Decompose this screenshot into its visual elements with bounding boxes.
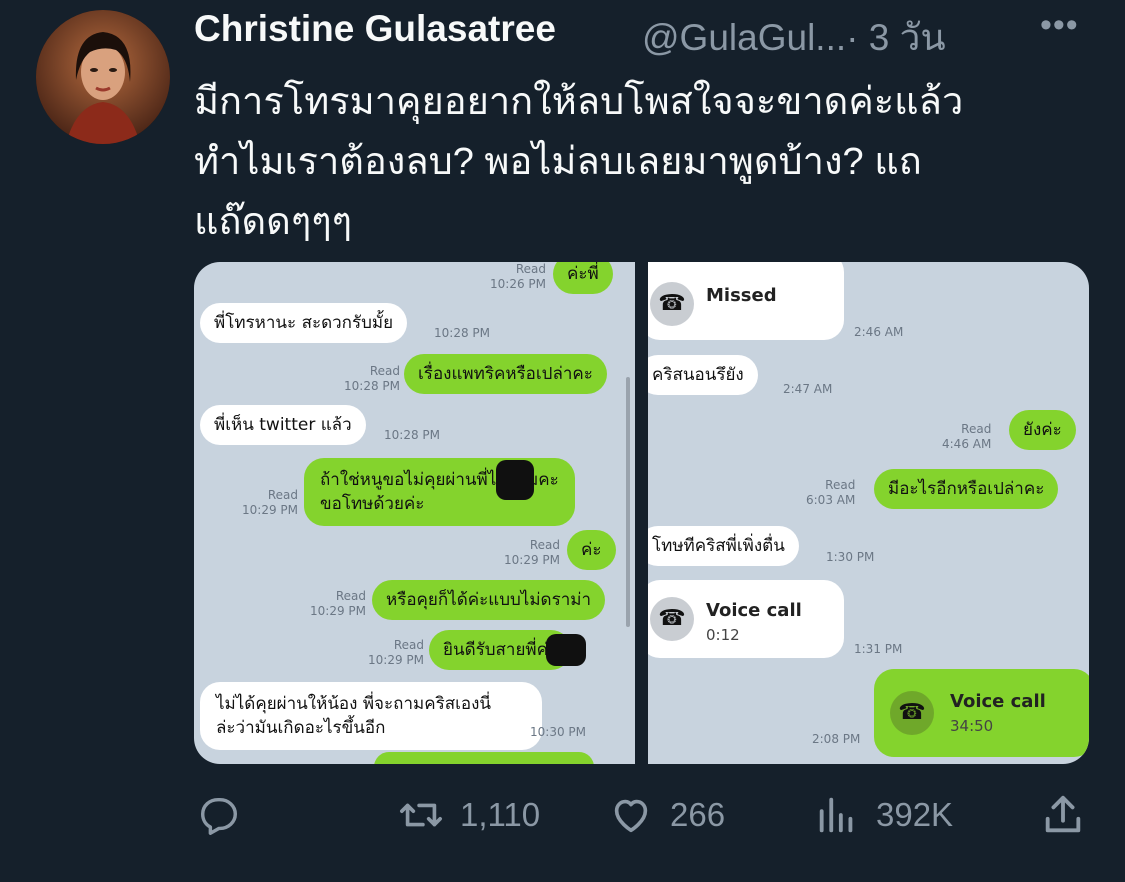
- message-meta: Read 10:29 PM: [504, 538, 560, 567]
- message-meta: Read 10:29 PM: [310, 589, 366, 618]
- message-time: 2:47 AM: [783, 382, 833, 396]
- message-time: 10:28 PM: [384, 428, 440, 442]
- heart-icon: [614, 799, 648, 833]
- author-avatar[interactable]: [36, 10, 170, 144]
- more-options-icon[interactable]: •••: [1040, 6, 1079, 45]
- chat-bubble-received: พี่เห็น twitter แล้ว: [200, 405, 366, 445]
- message-time: 1:30 PM: [826, 550, 875, 564]
- phone-icon: ☎: [650, 282, 694, 326]
- chat-scrollbar: [626, 377, 630, 627]
- message-time: 10:30 PM: [530, 725, 586, 739]
- chat-bubble-sent: ยังค่ะ: [1009, 410, 1076, 450]
- retweet-icon: [400, 803, 442, 827]
- voice-call-bubble: ☎ Voice call 0:12: [648, 580, 844, 658]
- share-upload-icon: [1045, 795, 1081, 833]
- chat-bubble-received: ไม่ได้คุยผ่านให้น้อง พี่จะถามคริสเองนี่ …: [200, 682, 542, 750]
- tweet-media[interactable]: Read 10:26 PM ค่ะพี่ พี่โทรหานะ สะดวกรับ…: [194, 262, 1089, 764]
- message-meta: Read 10:26 PM: [490, 262, 546, 291]
- views-button[interactable]: 392K: [814, 790, 953, 840]
- tweet-text: มีการโทรมาคุยอยากให้ลบโพสใจจะขาดค่ะแล้ว …: [194, 72, 1094, 252]
- tweet-text-line: แถ๊ดดๆๆๆ: [194, 201, 353, 243]
- message-meta: Read 10:29 PM: [242, 488, 298, 517]
- views-bar-chart-icon: [819, 797, 853, 833]
- message-meta: Read 10:28 PM: [344, 364, 400, 393]
- chat-bubble-received: พี่โทรหานะ สะดวกรับมั้ย: [200, 303, 408, 343]
- like-count: 266: [670, 796, 726, 833]
- reply-bubble-icon: [200, 797, 238, 835]
- author-name[interactable]: Christine Gulasatree: [194, 8, 556, 50]
- like-button[interactable]: 266: [608, 790, 725, 840]
- message-meta: Read 10:29 PM: [368, 638, 424, 667]
- chat-screenshot-left[interactable]: Read 10:26 PM ค่ะพี่ พี่โทรหานะ สะดวกรับ…: [194, 262, 635, 764]
- tweet-timestamp[interactable]: · 3 วัน: [846, 17, 946, 58]
- author-handle-and-time[interactable]: @GulaGul...· 3 วัน: [642, 8, 946, 67]
- phone-icon: ☎: [890, 691, 934, 735]
- chat-bubble-received: โทษทีคริสพี่เพิ่งตื่น: [648, 526, 799, 566]
- call-title: Voice call: [950, 691, 1046, 712]
- missed-call-bubble: ☎ Missed: [648, 262, 844, 340]
- message-meta: Read 6:03 AM: [806, 478, 856, 507]
- chat-screenshot-right[interactable]: ☎ Missed 2:46 AM คริสนอนรึยัง 2:47 AM Re…: [648, 262, 1089, 764]
- message-time: 1:31 PM: [854, 642, 903, 656]
- author-handle[interactable]: @GulaGul...: [642, 17, 846, 58]
- redaction-scribble: [496, 460, 534, 500]
- call-title: Voice call: [706, 600, 802, 621]
- retweet-count: 1,110: [460, 796, 541, 833]
- call-duration: 0:12: [706, 626, 740, 644]
- tweet-action-bar: 1,110 266 392K: [0, 790, 1125, 850]
- chat-bubble-sent: เรื่องแพทริคหรือเปล่าคะ: [404, 354, 607, 394]
- views-count: 392K: [876, 796, 954, 833]
- redaction-scribble: [546, 634, 586, 666]
- chat-bubble-sent: มีอะไรอีกหรือเปล่าคะ: [874, 469, 1059, 509]
- chat-bubble-sent: ถ้าใช่หนูขอไม่คุยผ่านพี่ได้ไหมคะ ขอโทษด้…: [304, 458, 575, 526]
- tweet-text-line: มีการโทรมาคุยอยากให้ลบโพสใจจะขาดค่ะแล้ว: [194, 81, 964, 123]
- chat-bubble-sent-partial: [374, 752, 594, 764]
- voice-call-bubble-sent: ☎ Voice call 34:50: [874, 669, 1089, 757]
- chat-bubble-sent: หรือคุยก็ได้ค่ะแบบไม่ดราม่า: [372, 580, 606, 620]
- message-time: 10:28 PM: [434, 326, 490, 340]
- message-meta: Read 4:46 AM: [942, 422, 992, 451]
- reply-button[interactable]: [196, 790, 242, 840]
- retweet-button[interactable]: 1,110: [398, 790, 540, 840]
- chat-bubble-sent: ค่ะ: [567, 530, 616, 570]
- call-duration: 34:50: [950, 717, 994, 735]
- tweet-text-line: ทำไมเราต้องลบ? พอไม่ลบเลยมาพูดบ้าง? แถ: [194, 141, 922, 183]
- share-button[interactable]: [1040, 790, 1086, 840]
- call-title: Missed: [706, 285, 777, 306]
- message-time: 2:46 AM: [854, 325, 904, 339]
- chat-bubble-sent: ค่ะพี่: [553, 262, 613, 294]
- phone-icon: ☎: [650, 597, 694, 641]
- chat-bubble-received: คริสนอนรึยัง: [648, 355, 758, 395]
- message-time: 2:08 PM: [812, 732, 861, 746]
